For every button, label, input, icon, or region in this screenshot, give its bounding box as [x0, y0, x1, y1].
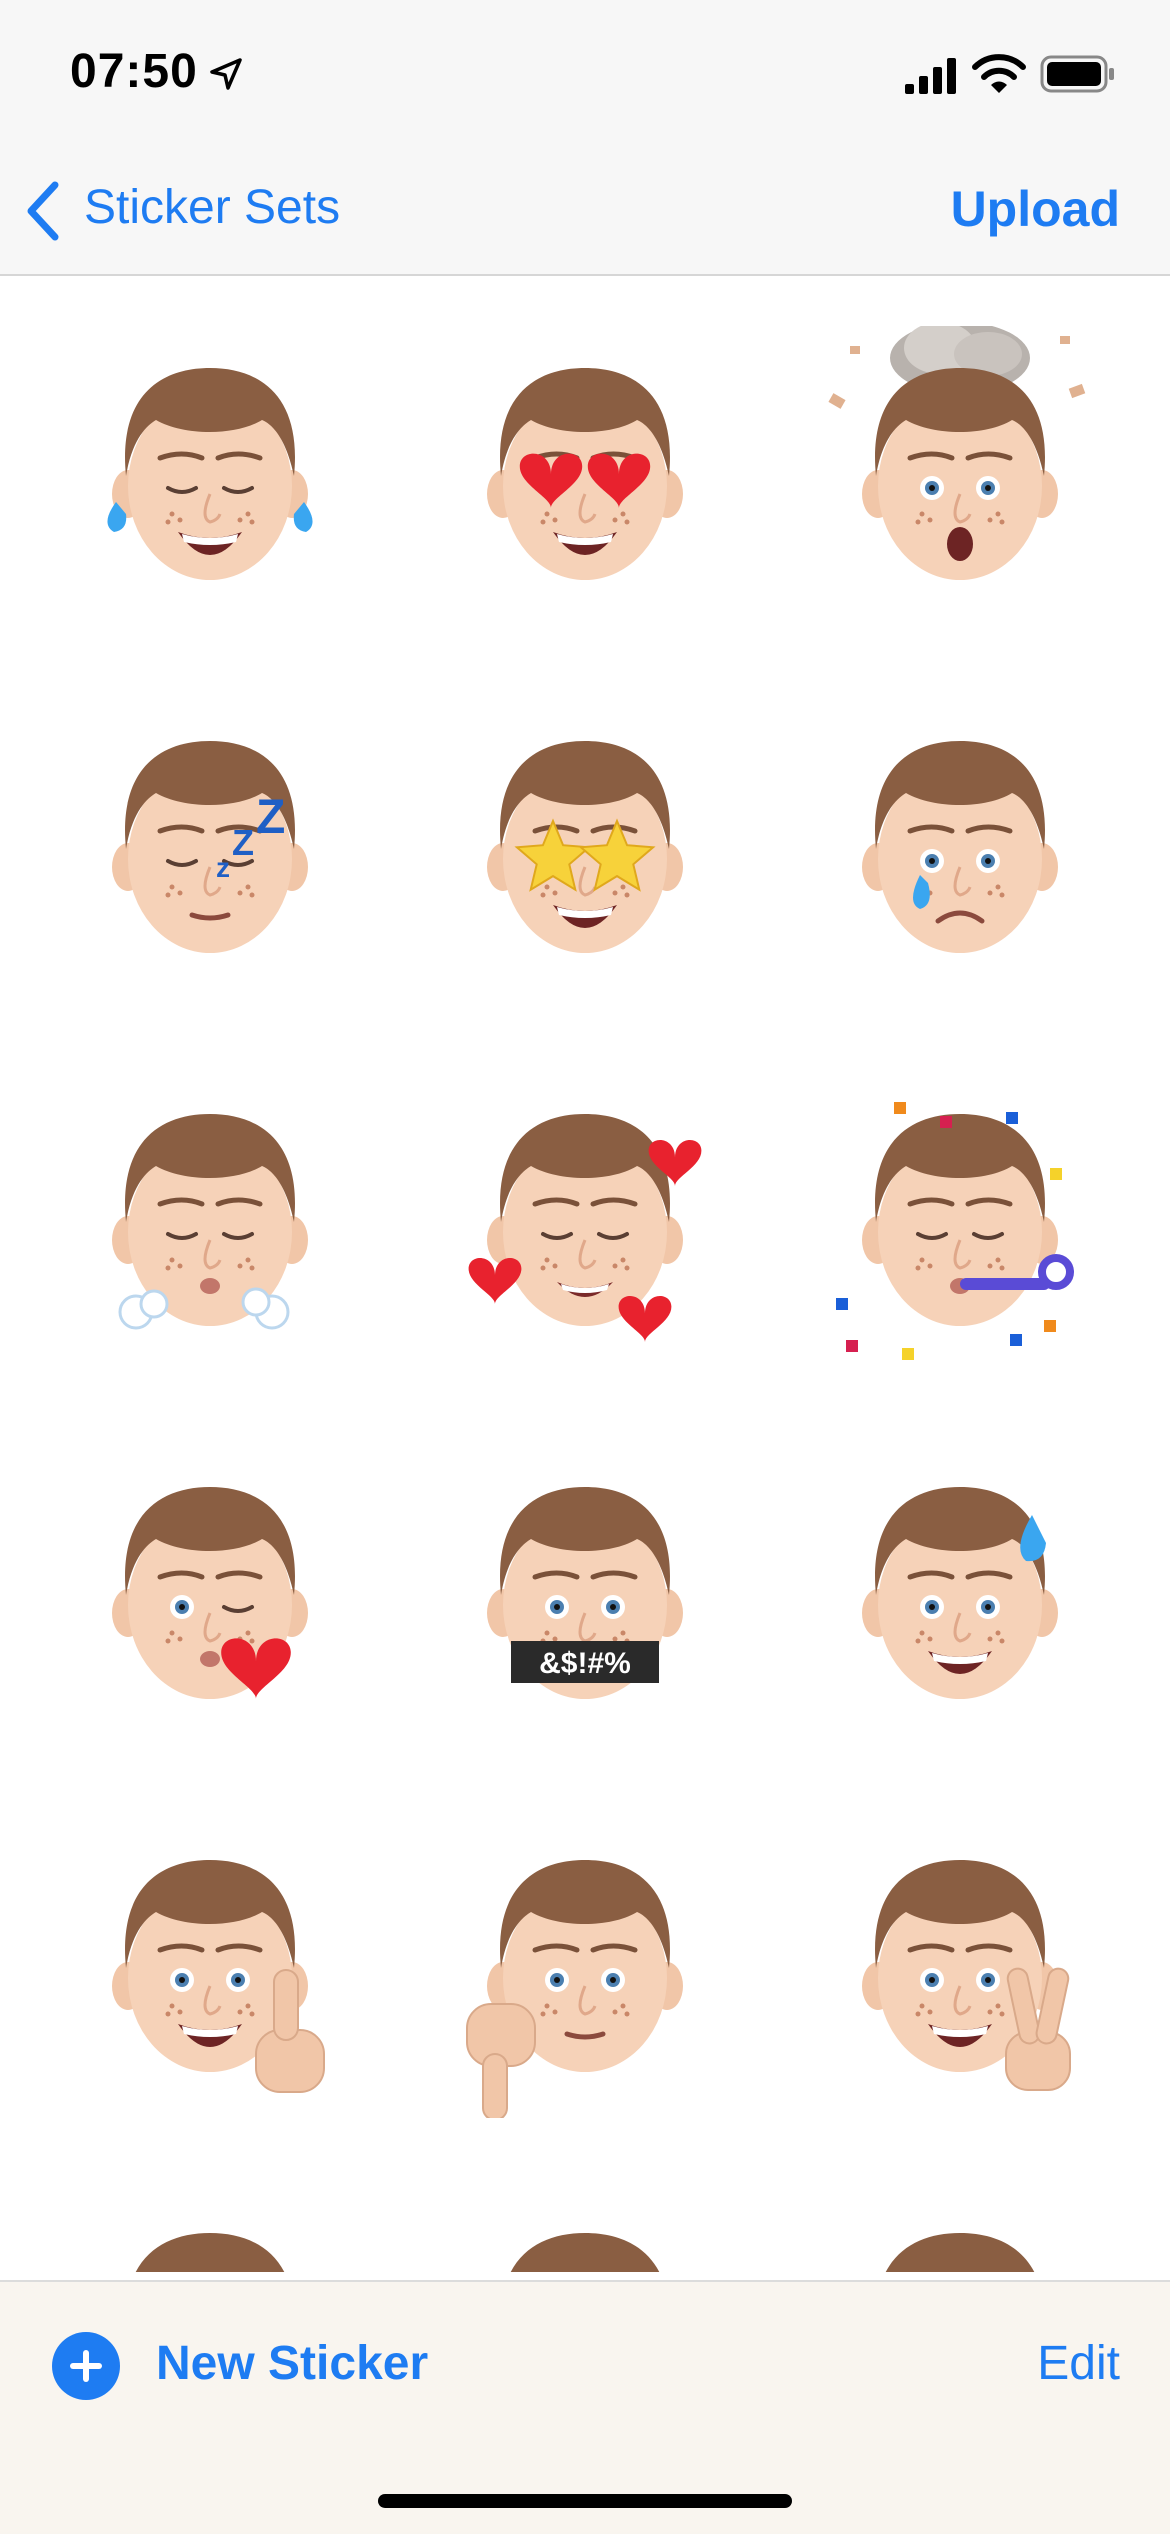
party-sticker[interactable] [810, 1072, 1110, 1372]
memoji-face-icon [107, 368, 313, 580]
memoji-face-icon [468, 1114, 702, 1342]
upload-button[interactable]: Upload [951, 180, 1120, 238]
plus-circle-icon[interactable] [52, 2332, 120, 2400]
back-button[interactable]: Sticker Sets [84, 180, 340, 235]
partial-sticker-2[interactable] [435, 2191, 735, 2272]
memoji-face-icon [112, 1487, 308, 1699]
peace-sign-sticker[interactable] [810, 1818, 1110, 2118]
svg-text:Z: Z [256, 791, 285, 844]
thumbs-up-sticker[interactable] [60, 1818, 360, 2118]
memoji-face-icon [828, 326, 1086, 580]
memoji-face-icon [487, 741, 683, 953]
memoji-face-icon: &$!#% [487, 1487, 683, 1699]
memoji-face-icon [862, 1860, 1071, 2091]
partial-sticker-1[interactable] [60, 2191, 360, 2272]
navigation-bar: Sticker Sets Upload [0, 150, 1170, 276]
cursing-sticker[interactable]: &$!#% [435, 1445, 735, 1745]
memoji-face-icon [135, 2233, 285, 2272]
chevron-left-icon[interactable] [24, 180, 60, 242]
location-arrow-icon [210, 58, 242, 90]
status-time: 07:50 [70, 45, 198, 98]
memoji-face-icon [836, 1102, 1074, 1360]
status-bar: 07:50 [0, 0, 1170, 150]
huffing-sticker[interactable] [60, 1072, 360, 1372]
memoji-face-icon [112, 1860, 325, 2093]
memoji-face-icon [862, 1487, 1058, 1699]
memoji-face-icon [487, 368, 683, 580]
partial-sticker-3[interactable] [810, 2191, 1110, 2272]
cellular-signal-icon [905, 58, 956, 94]
home-indicator [378, 2494, 792, 2508]
edit-button[interactable]: Edit [1037, 2336, 1120, 2391]
memoji-face-icon [112, 1114, 308, 1330]
smiling-hearts-sticker[interactable] [435, 1072, 735, 1372]
mind-blown-sticker[interactable] [810, 326, 1110, 626]
memoji-face-icon: ZZz [112, 741, 308, 953]
battery-icon [1040, 55, 1114, 93]
memoji-face-icon [466, 1860, 683, 2118]
tears-of-joy-sticker[interactable] [60, 326, 360, 626]
new-sticker-button[interactable]: New Sticker [156, 2336, 428, 2391]
sweat-smile-sticker[interactable] [810, 1445, 1110, 1745]
memoji-face-icon [862, 741, 1058, 953]
svg-text:z: z [216, 852, 230, 883]
bottom-toolbar: New Sticker Edit [0, 2280, 1170, 2534]
sticker-grid: ZZz &$!#% [0, 276, 1170, 2272]
star-struck-sticker[interactable] [435, 699, 735, 999]
sad-tear-sticker[interactable] [810, 699, 1110, 999]
wifi-icon [972, 54, 1026, 93]
heart-eyes-sticker[interactable] [435, 326, 735, 626]
svg-text:Z: Z [232, 822, 254, 863]
svg-text:&$!#%: &$!#% [539, 1647, 631, 1680]
memoji-face-icon [510, 2233, 660, 2272]
kiss-wink-sticker[interactable] [60, 1445, 360, 1745]
thumbs-down-sticker[interactable] [435, 1818, 735, 2118]
memoji-face-icon [885, 2233, 1035, 2272]
sleeping-sticker[interactable]: ZZz [60, 699, 360, 999]
